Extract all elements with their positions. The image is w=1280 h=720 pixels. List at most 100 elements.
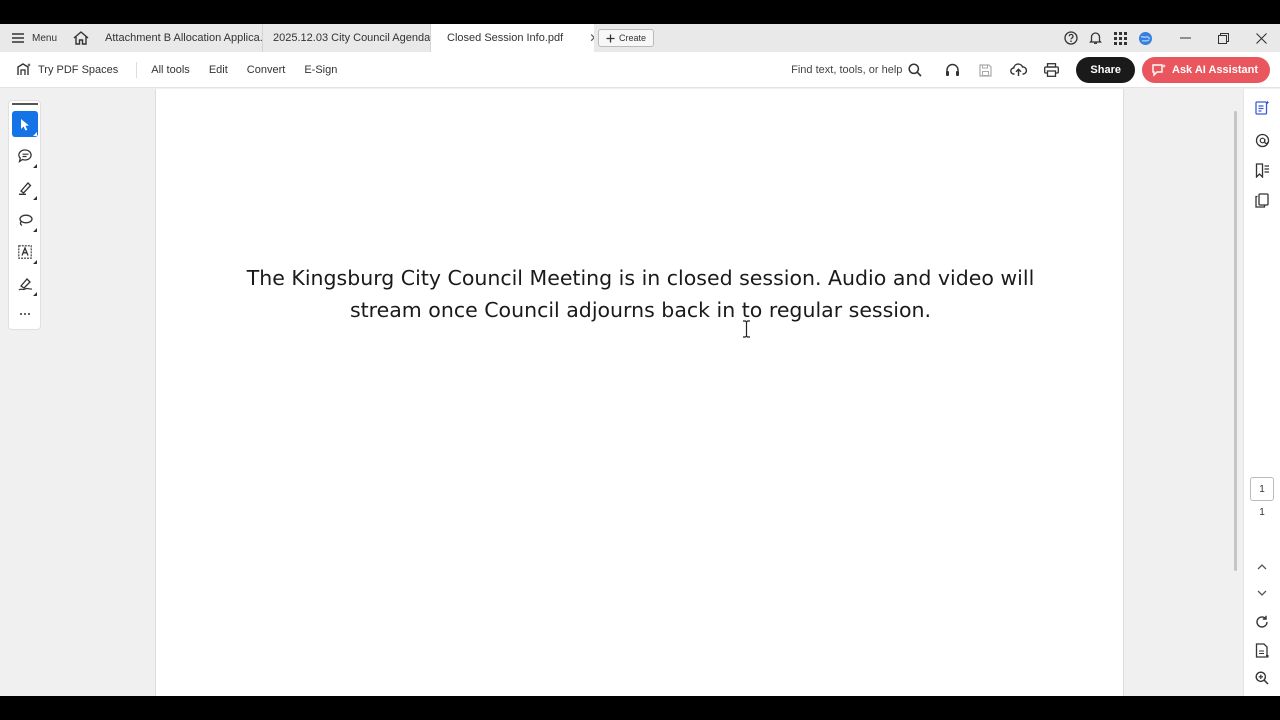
profile-button[interactable] <box>1133 24 1158 52</box>
share-button[interactable]: Share <box>1076 57 1135 83</box>
hamburger-icon <box>12 33 24 43</box>
tool-flyout-indicator <box>33 164 37 168</box>
chevron-down-icon <box>1257 590 1267 596</box>
previous-page-button[interactable] <box>1250 555 1274 579</box>
rotate-icon <box>1256 615 1268 628</box>
rotate-button[interactable] <box>1250 610 1274 634</box>
menu-button[interactable]: Menu <box>0 24 67 52</box>
more-horizontal-icon <box>20 313 30 315</box>
minimize-icon <box>1179 37 1191 39</box>
tab-label: Attachment B Allocation Applica... <box>105 32 264 44</box>
printer-icon <box>1044 63 1060 77</box>
page-text-line-1: The Kingsburg City Council Meeting is in… <box>246 266 1035 290</box>
avatar-icon <box>1139 31 1152 45</box>
main-toolbar: Try PDF Spaces All tools Edit Convert E-… <box>0 52 1280 88</box>
lasso-icon <box>18 214 33 227</box>
help-button[interactable] <box>1058 24 1083 52</box>
comments-panel-button[interactable] <box>1250 128 1274 152</box>
text-cursor-icon <box>743 320 750 338</box>
minimize-button[interactable] <box>1166 24 1204 52</box>
bell-icon <box>1089 32 1102 44</box>
try-pdf-spaces-button[interactable]: Try PDF Spaces <box>0 62 118 77</box>
pdf-page[interactable]: The Kingsburg City Council Meeting is in… <box>155 89 1124 696</box>
bookmarks-panel-button[interactable] <box>1250 158 1274 182</box>
zoom-in-button[interactable] <box>1250 666 1274 690</box>
cloud-upload-icon <box>1010 63 1028 76</box>
more-tools-button[interactable] <box>12 301 38 327</box>
tab-label: 2025.12.03 City Council Agenda.p... <box>273 32 432 44</box>
comment-at-icon <box>1255 133 1269 147</box>
apps-button[interactable] <box>1108 24 1133 52</box>
comment-tool-button[interactable] <box>12 143 38 169</box>
all-tools-menu[interactable]: All tools <box>151 64 190 76</box>
ai-summary-icon <box>1254 100 1269 115</box>
page-text-line-2: stream once Council adjourns back in to … <box>349 298 932 322</box>
tab-attachment-b[interactable]: Attachment B Allocation Applica... <box>95 24 264 52</box>
tool-flyout-indicator <box>33 292 37 296</box>
text-box-icon <box>18 245 32 259</box>
close-window-button[interactable] <box>1242 24 1280 52</box>
menu-label: Menu <box>32 32 58 44</box>
tab-bar: Menu Attachment B Allocation Applica... … <box>0 24 1280 52</box>
close-icon <box>1255 32 1267 44</box>
cursor-arrow-icon <box>20 118 29 130</box>
tab-closed-session[interactable]: Closed Session Info.pdf ✕ <box>431 24 595 52</box>
tab-label: Closed Session Info.pdf <box>447 32 564 44</box>
convert-menu[interactable]: Convert <box>247 64 286 76</box>
select-tool-button[interactable] <box>12 111 38 137</box>
close-tab-icon[interactable]: ✕ <box>589 31 594 45</box>
acrobat-window: Menu Attachment B Allocation Applica... … <box>0 24 1280 696</box>
tool-flyout-indicator <box>33 132 37 136</box>
tool-flyout-indicator <box>33 260 37 264</box>
page-fit-icon <box>1255 642 1269 658</box>
letterbox-bottom <box>0 696 1280 720</box>
restore-button[interactable] <box>1204 24 1242 52</box>
ask-ai-assistant-label: Ask AI Assistant <box>1172 64 1258 76</box>
sign-tool-button[interactable] <box>12 271 38 297</box>
tab-council-agenda[interactable]: 2025.12.03 City Council Agenda.p... <box>263 24 432 52</box>
find-placeholder: Find text, tools, or help <box>791 64 903 76</box>
home-button[interactable] <box>67 24 95 52</box>
highlight-tool-button[interactable] <box>12 175 38 201</box>
esign-menu[interactable]: E-Sign <box>304 64 337 76</box>
draw-tool-button[interactable] <box>12 207 38 233</box>
right-side-rail: 1 1 <box>1243 89 1280 696</box>
vertical-scrollbar[interactable] <box>1230 89 1242 696</box>
share-label: Share <box>1090 64 1121 76</box>
letterbox-top <box>0 0 1280 24</box>
zoom-in-icon <box>1255 671 1269 685</box>
page-thumbnails-button[interactable] <box>1250 188 1274 212</box>
save-button[interactable] <box>969 52 1002 88</box>
notifications-button[interactable] <box>1083 24 1108 52</box>
next-page-button[interactable] <box>1250 581 1274 605</box>
toolbar-divider <box>136 61 138 78</box>
pdf-spaces-icon <box>17 63 31 75</box>
create-button[interactable]: Create <box>598 29 655 47</box>
apps-grid-icon <box>1114 31 1127 45</box>
ask-ai-assistant-button[interactable]: Ask AI Assistant <box>1142 57 1270 83</box>
text-box-tool-button[interactable] <box>12 239 38 265</box>
tool-flyout-indicator <box>33 228 37 232</box>
scrollbar-thumb[interactable] <box>1234 111 1237 571</box>
total-pages-label: 1 <box>1259 507 1265 518</box>
chevron-up-icon <box>1257 564 1267 570</box>
save-icon <box>979 63 993 77</box>
find-search-field[interactable]: Find text, tools, or help <box>791 63 922 77</box>
bookmark-list-icon <box>1255 162 1269 178</box>
current-page-input[interactable]: 1 <box>1250 477 1274 501</box>
edit-menu[interactable]: Edit <box>209 64 228 76</box>
try-pdf-spaces-label: Try PDF Spaces <box>38 63 119 76</box>
rail-top-handle <box>12 103 38 105</box>
home-icon <box>73 31 89 45</box>
page-text-block: The Kingsburg City Council Meeting is in… <box>156 262 1125 326</box>
toolbar-right-group: Find text, tools, or help Share Ask AI A… <box>791 52 1270 88</box>
comment-icon <box>17 149 32 163</box>
ai-generative-summary-button[interactable] <box>1250 95 1274 119</box>
help-icon <box>1063 31 1078 45</box>
quick-tools-rail <box>8 100 41 330</box>
headphones-icon <box>946 63 960 76</box>
read-aloud-button[interactable] <box>936 52 969 88</box>
print-button[interactable] <box>1035 52 1068 88</box>
page-display-button[interactable] <box>1250 638 1274 662</box>
upload-button[interactable] <box>1002 52 1035 88</box>
